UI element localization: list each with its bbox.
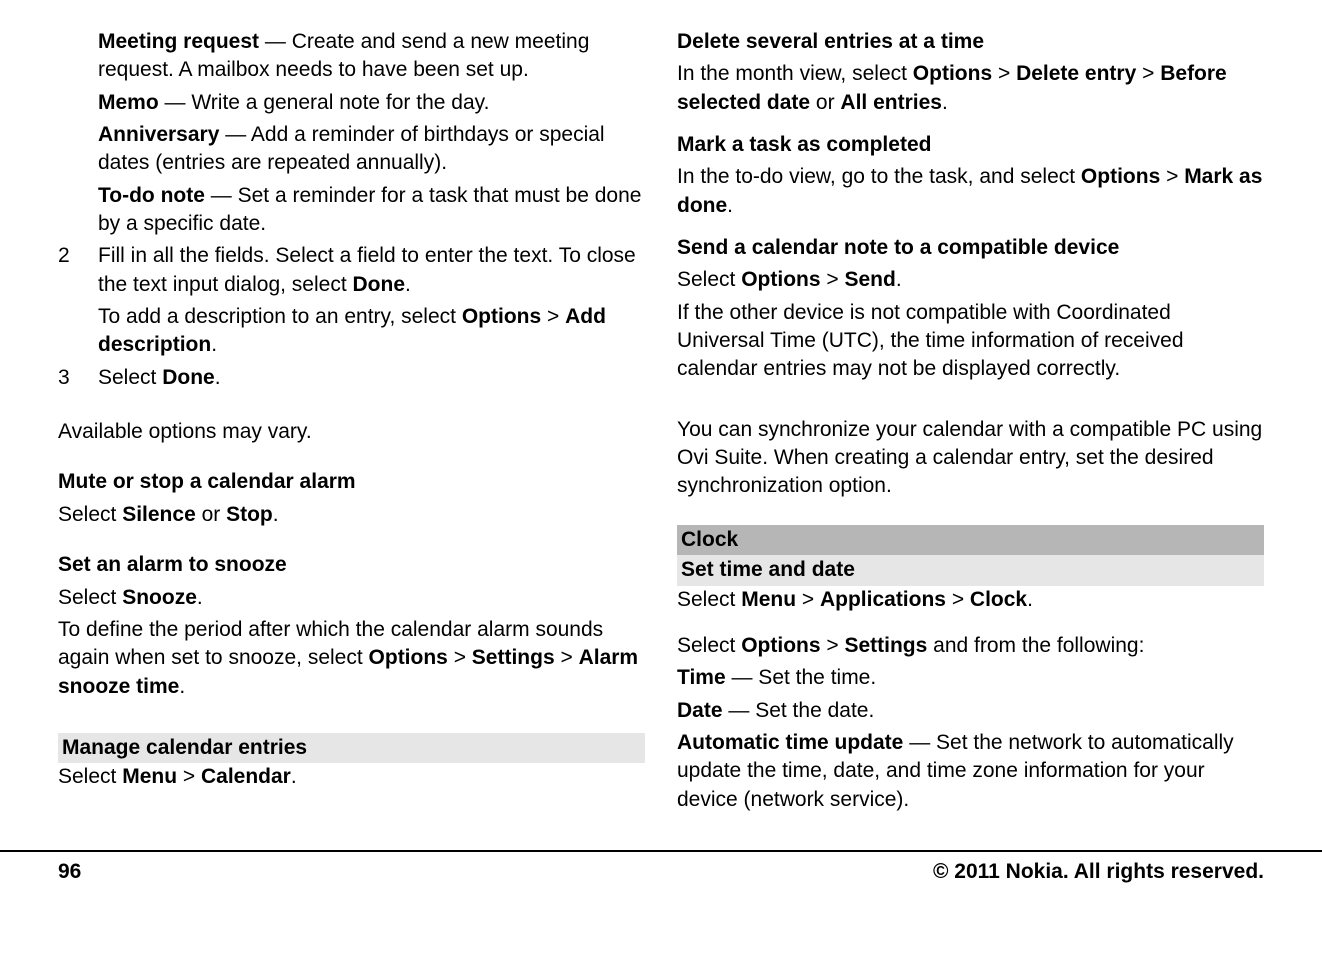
sync-note: You can synchronize your calendar with a… xyxy=(677,416,1264,501)
step-number: 2 xyxy=(58,242,98,363)
left-column: Meeting request — Create and send a new … xyxy=(58,28,645,818)
def-anniversary: Anniversary — Add a reminder of birthday… xyxy=(98,121,645,178)
heading-clock: Clock xyxy=(677,525,1264,555)
heading-mute-alarm: Mute or stop a calendar alarm xyxy=(58,468,645,496)
term: To-do note xyxy=(98,184,205,207)
def-auto-time-update: Automatic time update — Set the network … xyxy=(677,729,1264,814)
def-date: Date — Set the date. xyxy=(677,697,1264,725)
term: Meeting request xyxy=(98,30,259,53)
mute-instruction: Select Silence or Stop. xyxy=(58,501,645,529)
manage-select: Select Menu > Calendar. xyxy=(58,763,645,791)
options-settings-select: Select Options > Settings and from the f… xyxy=(677,632,1264,660)
def-memo: Memo — Write a general note for the day. xyxy=(98,89,645,117)
copyright-text: © 2011 Nokia. All rights reserved. xyxy=(933,858,1264,886)
step-2-line-a: Fill in all the fields. Select a field t… xyxy=(98,242,645,299)
page-footer: 96 © 2011 Nokia. All rights reserved. xyxy=(0,850,1322,886)
def-time: Time — Set the time. xyxy=(677,664,1264,692)
send-select: Select Options > Send. xyxy=(677,266,1264,294)
delete-instruction: In the month view, select Options > Dele… xyxy=(677,60,1264,117)
desc: — Write a general note for the day. xyxy=(159,91,490,114)
term: Anniversary xyxy=(98,123,219,146)
right-column: Delete several entries at a time In the … xyxy=(677,28,1264,818)
heading-manage-entries: Manage calendar entries xyxy=(58,733,645,763)
heading-delete-entries: Delete several entries at a time xyxy=(677,28,1264,56)
step-3: 3 Select Done. xyxy=(58,364,645,396)
page-content: Meeting request — Create and send a new … xyxy=(0,0,1322,818)
step-2: 2 Fill in all the fields. Select a field… xyxy=(58,242,645,363)
step-3-line: Select Done. xyxy=(98,364,645,392)
def-todo-note: To-do note — Set a reminder for a task t… xyxy=(98,182,645,239)
settime-select: Select Menu > Applications > Clock. xyxy=(677,586,1264,614)
step-number: 3 xyxy=(58,364,98,396)
mark-instruction: In the to-do view, go to the task, and s… xyxy=(677,163,1264,220)
heading-snooze: Set an alarm to snooze xyxy=(58,551,645,579)
def-meeting-request: Meeting request — Create and send a new … xyxy=(98,28,645,85)
step-2-line-b: To add a description to an entry, select… xyxy=(98,303,645,360)
available-options-note: Available options may vary. xyxy=(58,418,645,446)
heading-send-note: Send a calendar note to a compatible dev… xyxy=(677,234,1264,262)
heading-set-time-date: Set time and date xyxy=(677,555,1264,585)
send-compatibility-note: If the other device is not compatible wi… xyxy=(677,299,1264,384)
term: Memo xyxy=(98,91,159,114)
snooze-period: To define the period after which the cal… xyxy=(58,616,645,701)
snooze-select: Select Snooze. xyxy=(58,584,645,612)
page-number: 96 xyxy=(58,858,81,886)
heading-mark-completed: Mark a task as completed xyxy=(677,131,1264,159)
